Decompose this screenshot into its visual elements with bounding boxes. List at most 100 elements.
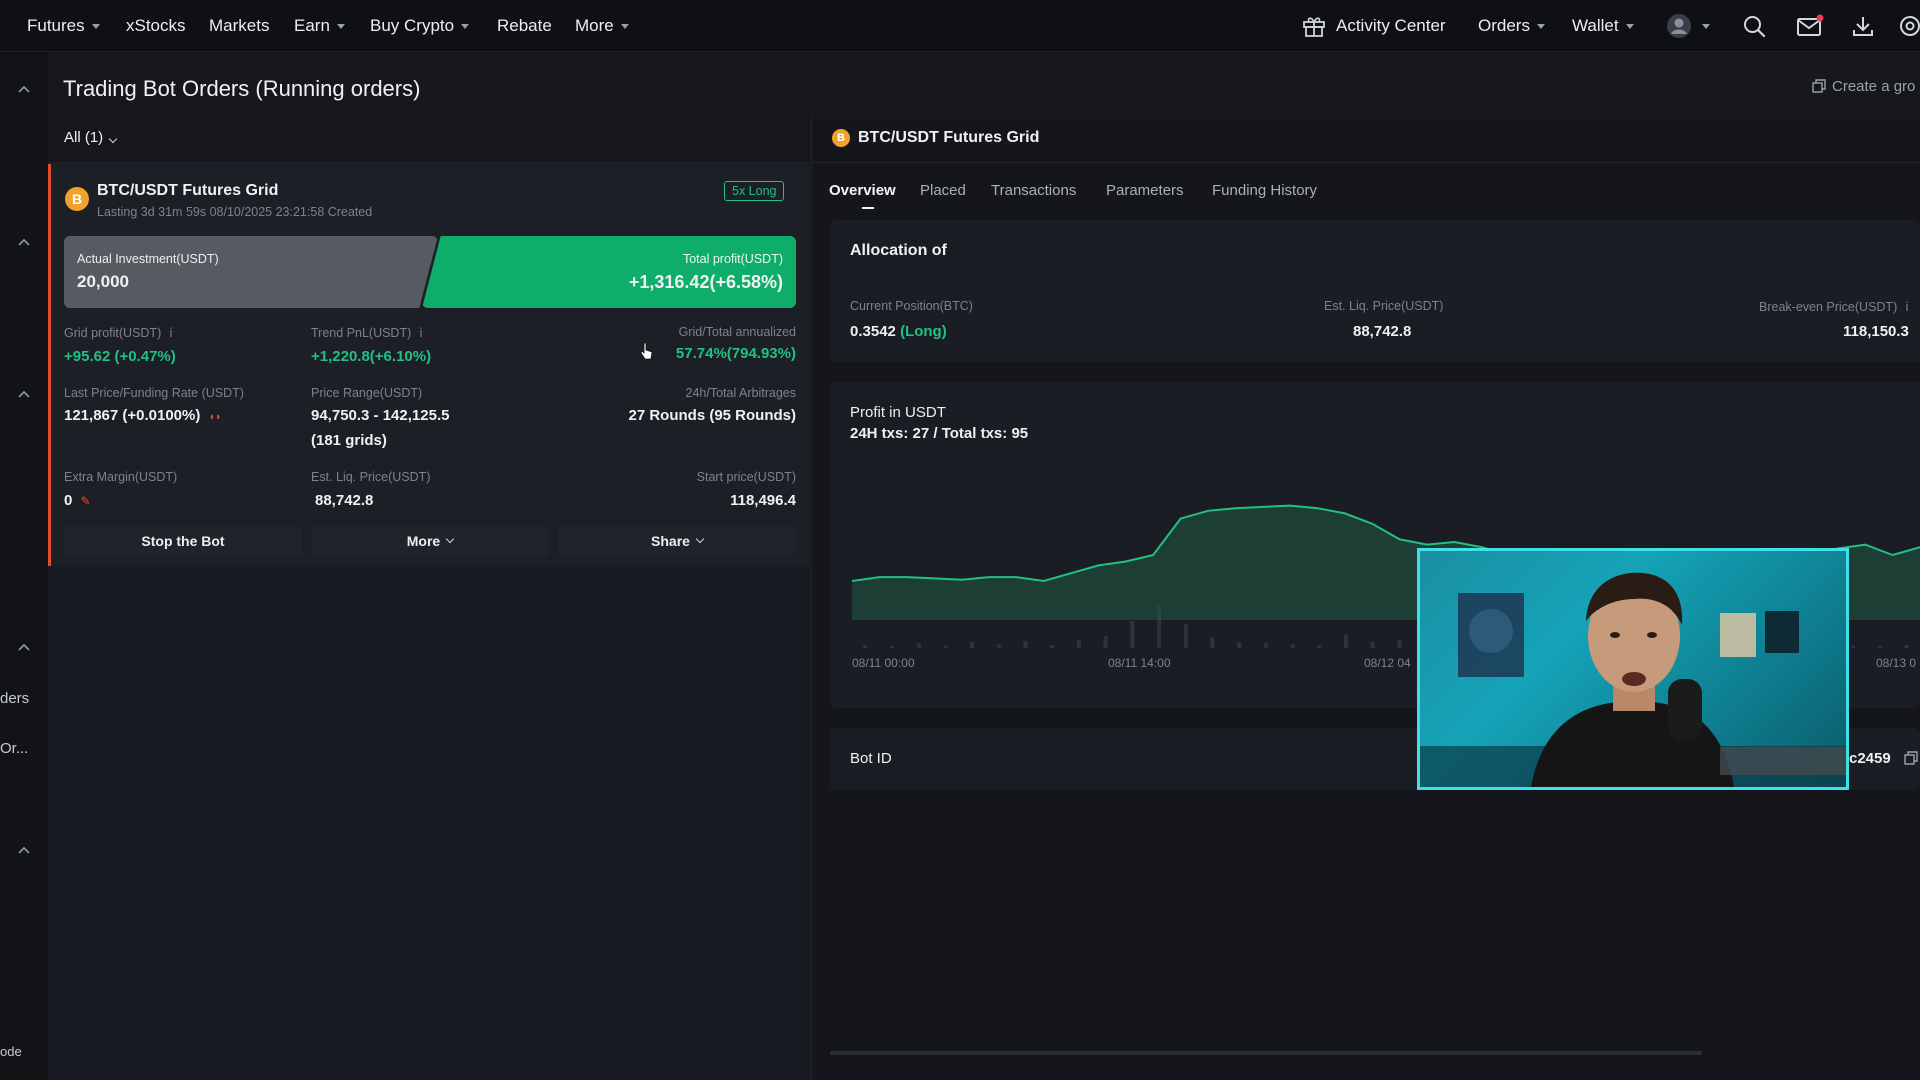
rail-item-orders[interactable]: ders (0, 690, 29, 707)
stop-bot-button[interactable]: Stop the Bot (64, 526, 302, 556)
start-price-label: Start price(USDT) (696, 470, 796, 484)
nav-buy-crypto[interactable]: Buy Crypto (370, 0, 470, 52)
profit-chart-title: Profit in USDT (850, 404, 946, 421)
chevron-down-icon (445, 534, 455, 544)
create-group-button[interactable]: Create a gro (1812, 78, 1915, 95)
webcam-overlay (1417, 548, 1849, 790)
chevron-up-icon[interactable] (17, 389, 31, 399)
volume-bar (943, 645, 948, 648)
grid-profit-label: Grid profit(USDT) ⅰ (64, 325, 173, 340)
nav-earn[interactable]: Earn (294, 0, 345, 52)
grid-count-value: (181 grids) (311, 432, 387, 449)
mail-icon[interactable] (1796, 14, 1824, 38)
funding-rate-icon: ◖◗ (208, 411, 222, 423)
btc-coin-icon: B (65, 187, 89, 211)
annualized-label: Grid/Total annualized (678, 325, 796, 339)
nav-label: Rebate (497, 16, 552, 35)
gift-icon (1303, 17, 1325, 37)
info-icon[interactable]: ⅰ (169, 326, 172, 340)
caret-down-icon (461, 23, 470, 29)
horizontal-scrollbar[interactable] (830, 1051, 1702, 1055)
trend-pnl-value: +1,220.8(+6.10%) (311, 348, 432, 365)
stop-bot-label: Stop the Bot (141, 533, 225, 549)
chevron-up-icon[interactable] (17, 845, 31, 855)
nav-label: More (575, 16, 614, 35)
activity-center-link[interactable]: Activity Center (1302, 0, 1446, 52)
bot-id-value: c2459 (1849, 750, 1891, 767)
investment-value: 20,000 (77, 272, 129, 291)
arbitrages-value: 27 Rounds (95 Rounds) (628, 407, 796, 424)
search-icon[interactable] (1742, 14, 1766, 38)
nav-orders[interactable]: Orders (1478, 0, 1545, 52)
nav-markets[interactable]: Markets (209, 0, 269, 52)
tab-transactions[interactable]: Transactions (991, 182, 1076, 199)
left-rail: ders Or... ode (0, 52, 48, 1080)
nav-futures[interactable]: Futures (27, 0, 100, 52)
total-profit-value: +1,316.42(+6.58%) (628, 272, 783, 292)
volume-bar (970, 642, 975, 648)
rail-item-mode[interactable]: ode (0, 1044, 22, 1059)
avatar-icon (1667, 14, 1691, 38)
nav-label: Futures (27, 16, 85, 35)
liq-price-value: 88,742.8 (315, 492, 374, 509)
volume-bar (1210, 637, 1215, 648)
breakeven-label-text: Break-even Price(USDT) (1759, 300, 1898, 314)
chevron-down-icon (108, 134, 118, 144)
investment-label: Actual Investment(USDT) (77, 252, 219, 266)
chevron-up-icon[interactable] (17, 84, 31, 94)
caret-down-icon (620, 23, 629, 29)
last-price-text: 121,867 (+0.0100%) (64, 407, 201, 424)
download-icon[interactable] (1851, 14, 1875, 38)
tab-overview[interactable]: Overview (829, 182, 896, 199)
edit-icon[interactable]: ✎ (80, 494, 90, 508)
position-label: Current Position(BTC) (850, 299, 973, 313)
filter-bar (48, 115, 810, 163)
tab-parameters[interactable]: Parameters (1106, 182, 1184, 199)
volume-bar (1076, 639, 1081, 648)
x-tick-label: 08/11 00:00 (852, 656, 915, 670)
total-profit-label: Total profit(USDT) (682, 252, 783, 266)
allocation-title: Allocation of (850, 242, 947, 259)
breakeven-value: 118,150.3 (1843, 323, 1909, 340)
volume-bar (1397, 639, 1402, 648)
grid-profit-label-text: Grid profit(USDT) (64, 326, 162, 340)
nav-label: xStocks (126, 16, 186, 35)
chevron-up-icon[interactable] (17, 642, 31, 652)
create-group-label: Create a gro (1832, 78, 1916, 95)
nav-more[interactable]: More (575, 0, 629, 52)
tab-placed[interactable]: Placed (920, 182, 966, 199)
tab-funding-history[interactable]: Funding History (1212, 182, 1317, 199)
volume-bar (1904, 645, 1909, 648)
chevron-up-icon[interactable] (17, 237, 31, 247)
presenter-video (1420, 572, 1846, 787)
nav-xstocks[interactable]: xStocks (126, 0, 186, 52)
settings-icon[interactable] (1898, 14, 1920, 38)
breakeven-label: Break-even Price(USDT) ⅰ (1759, 299, 1909, 314)
copy-icon[interactable] (1904, 751, 1918, 765)
volume-bar (1023, 640, 1028, 648)
nav-rebate[interactable]: Rebate (497, 0, 552, 52)
mouse-pointer-icon (640, 342, 653, 360)
volume-bar (863, 645, 868, 648)
extra-margin-label: Extra Margin(USDT) (64, 470, 178, 484)
volume-bar (1370, 642, 1375, 648)
volume-bar (1317, 645, 1322, 648)
caret-down-icon (1536, 23, 1545, 29)
volume-bar (1103, 636, 1108, 648)
extra-margin-text: 0 (64, 492, 73, 509)
liq-price-label: Est. Liq. Price(USDT) (311, 470, 431, 484)
info-icon[interactable]: ⅰ (419, 326, 422, 340)
bot-subtitle: Lasting 3d 31m 59s 08/10/2025 23:21:58 C… (97, 205, 373, 219)
rail-item-orders-2[interactable]: Or... (0, 740, 28, 757)
top-nav: Futures xStocks Markets Earn Buy Crypto … (0, 0, 1920, 52)
leverage-badge: 5x Long (724, 181, 785, 201)
x-tick-label: 08/12 04 (1364, 656, 1411, 670)
nav-wallet[interactable]: Wallet (1572, 0, 1634, 52)
more-label: More (406, 533, 441, 549)
info-icon[interactable]: ⅰ (1905, 300, 1908, 314)
filter-dropdown[interactable]: All (1) (64, 129, 118, 146)
share-button[interactable]: Share (558, 526, 796, 556)
volume-bar (996, 644, 1001, 648)
account-menu[interactable] (1666, 0, 1710, 52)
more-button[interactable]: More (311, 526, 549, 556)
